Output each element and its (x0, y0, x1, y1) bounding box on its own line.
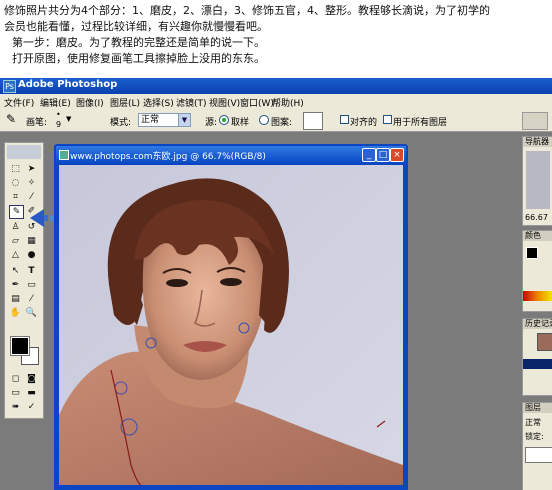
pattern-radio[interactable] (259, 115, 269, 125)
brush-label: 画笔: (26, 118, 48, 128)
source-label: 源: (205, 118, 218, 128)
menu-view[interactable]: 视图(V) (209, 96, 240, 109)
aligned-checkbox[interactable] (340, 115, 349, 124)
color-tab[interactable]: 颜色 (523, 231, 552, 241)
history-snapshot-thumbnail[interactable] (537, 333, 552, 351)
image-canvas[interactable] (59, 165, 403, 485)
intro-line-3: 第一步：磨皮。为了教程的完整还是简单的说一下。 (12, 36, 265, 49)
intro-line-2: 会员也能看懂，过程比较详细，有兴趣你就慢慢看吧。 (4, 20, 268, 33)
brush-size[interactable]: 9 (56, 120, 61, 129)
document-titlebar[interactable]: www.photops.com东欧.jpg @ 66.7%(RGB/8) _ □… (56, 146, 406, 163)
color-panel-fg-swatch[interactable] (526, 247, 538, 259)
screen-mode-icon[interactable]: ▭ (9, 387, 22, 399)
full-screen-mode-icon[interactable]: ▬ (25, 387, 38, 399)
path-selection-tool-icon[interactable]: ↖ (9, 265, 22, 277)
menu-help[interactable]: 帮助(H) (272, 96, 304, 109)
shape-tool-icon[interactable]: ▭ (25, 279, 38, 291)
quick-mask-mode-icon[interactable]: ◙ (25, 373, 38, 385)
color-ramp[interactable] (523, 291, 552, 301)
minimize-icon[interactable]: _ (362, 148, 376, 162)
all-layers-label: 用于所有图层 (393, 118, 448, 128)
mode-select[interactable]: 正常 (138, 113, 180, 127)
healing-brush-tool-button[interactable]: ✎ (9, 205, 24, 219)
navigator-tab[interactable]: 导航器 (523, 137, 552, 147)
healing-brush-tool-icon[interactable]: ✎ (6, 112, 16, 126)
menu-edit[interactable]: 编辑(E) (40, 96, 71, 109)
intro-line-1: 修饰照片共分为4个部分：1、磨皮，2、漂白，3、修饰五官，4、整形。教程够长滴说… (4, 4, 490, 17)
navigator-panel: 导航器 66.67 (522, 136, 552, 226)
menu-file[interactable]: 文件(F) (4, 96, 34, 109)
pen-tool-icon[interactable]: ✒ (9, 279, 22, 291)
layer-row[interactable] (525, 447, 552, 463)
history-tab[interactable]: 历史记录 (523, 319, 552, 329)
lock-label: 锁定: (525, 432, 544, 441)
mode-label: 模式: (110, 118, 132, 128)
history-panel: 历史记录 (522, 318, 552, 396)
type-tool-icon[interactable]: T (25, 265, 38, 277)
move-tool-icon[interactable]: ➤ (25, 163, 38, 175)
zoom-value[interactable]: 66.67 (525, 213, 548, 222)
intro-line-4: 打开原图，使用修复画笔工具擦掉脸上没用的东东。 (12, 52, 265, 65)
all-layers-checkbox[interactable] (383, 115, 392, 124)
imageready-check-icon[interactable]: ✓ (25, 401, 38, 413)
mode-dropdown-icon[interactable]: ▼ (178, 113, 191, 127)
menu-select[interactable]: 选择(S) (143, 96, 174, 109)
foreground-color-swatch[interactable] (10, 336, 30, 356)
crop-tool-icon[interactable]: ⌗ (9, 191, 22, 203)
document-icon (59, 150, 69, 160)
portrait-photo (59, 165, 403, 485)
palette-well[interactable] (522, 112, 548, 130)
clone-stamp-tool-icon[interactable]: ♙ (9, 221, 22, 233)
marquee-tool-icon[interactable]: ⬚ (9, 163, 22, 175)
sampled-radio[interactable] (219, 115, 229, 125)
history-state-row[interactable] (523, 359, 552, 369)
brush-dropdown-icon[interactable]: ▼ (66, 115, 71, 123)
document-title: www.photops.com东欧.jpg @ 66.7%(RGB/8) (70, 152, 266, 162)
layers-panel: 图层 正常 锁定: (522, 402, 552, 490)
navigator-thumbnail[interactable] (526, 151, 550, 209)
blur-tool-icon[interactable]: △ (9, 249, 22, 261)
brush-preset-icon[interactable]: • (56, 110, 61, 119)
magic-wand-tool-icon[interactable]: ✧ (25, 177, 38, 189)
menu-bar: 文件(F) 编辑(E) 图像(I) 图层(L) 选择(S) 滤镜(T) 视图(V… (0, 94, 552, 110)
hand-tool-icon[interactable]: ✋ (9, 307, 22, 319)
lasso-tool-icon[interactable]: ◌ (9, 177, 22, 189)
menu-window[interactable]: 窗口(W) (240, 96, 274, 109)
toolbox-header-feather-icon (7, 145, 41, 159)
document-window: www.photops.com东欧.jpg @ 66.7%(RGB/8) _ □… (54, 144, 408, 490)
app-titlebar: Ps Adobe Photoshop (0, 78, 552, 94)
zoom-tool-icon[interactable]: 🔍 (25, 307, 38, 319)
slice-tool-icon[interactable]: ⁄ (25, 191, 38, 203)
tutorial-intro: 修饰照片共分为4个部分：1、磨皮，2、漂白，3、修饰五官，4、整形。教程够长滴说… (0, 0, 552, 78)
aligned-label: 对齐的 (350, 118, 378, 128)
notes-tool-icon[interactable]: ▤ (9, 293, 22, 305)
eraser-tool-icon[interactable]: ▱ (9, 235, 22, 247)
photoshop-window: Ps Adobe Photoshop 文件(F) 编辑(E) 图像(I) 图层(… (0, 78, 552, 490)
jump-to-imageready-icon[interactable]: ➠ (9, 401, 22, 413)
eyedropper-tool-icon[interactable]: ⁄ (25, 293, 38, 305)
sampled-label: 取样 (231, 118, 250, 128)
dodge-tool-icon[interactable]: ● (25, 249, 38, 261)
pattern-label: 图案: (271, 118, 293, 128)
photoshop-logo-icon: Ps (3, 80, 16, 93)
pattern-swatch[interactable] (303, 112, 323, 130)
options-bar: ✎ 画笔: • 9 ▼ 模式: 正常 ▼ 源: 取样 图案: 对齐的 用于所有图… (0, 109, 552, 132)
app-title: Adobe Photoshop (18, 79, 118, 90)
close-icon[interactable]: × (390, 148, 404, 162)
menu-image[interactable]: 图像(I) (76, 96, 104, 109)
layer-blend-mode[interactable]: 正常 (525, 417, 541, 428)
menu-filter[interactable]: 滤镜(T) (176, 96, 207, 109)
color-panel: 颜色 (522, 230, 552, 312)
maximize-icon[interactable]: □ (376, 148, 390, 162)
standard-mode-icon[interactable]: ◻ (9, 373, 22, 385)
gradient-tool-icon[interactable]: ▦ (25, 235, 38, 247)
toolbox: ⬚ ➤ ◌ ✧ ⌗ ⁄ ✎ ✐ ♙ ↺ ▱ ▦ △ ● ↖ T ✒ ▭ ▤ ⁄ … (4, 142, 44, 419)
layers-tab[interactable]: 图层 (523, 403, 552, 413)
menu-layer[interactable]: 图层(L) (110, 96, 140, 109)
